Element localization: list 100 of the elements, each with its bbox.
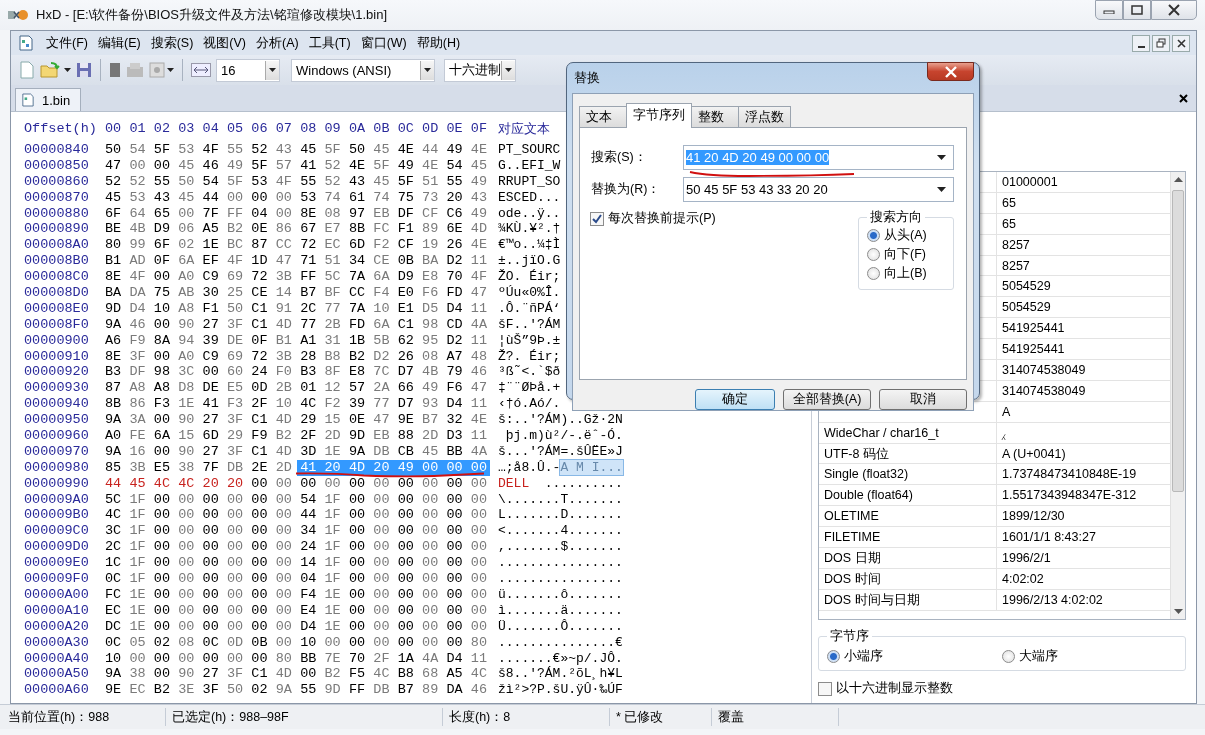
hex-bytes: A0 FE 6A 15 6D 29 F9 B2 2F 2D 9D EB 88 2D D3 11	[105, 428, 489, 444]
radio-button[interactable]	[867, 267, 880, 280]
status-field: 覆盖	[712, 708, 839, 726]
caret-icon[interactable]	[937, 187, 946, 192]
offset-cell-text: 00000A50	[24, 666, 90, 683]
hex-bytes: FC 1E 00 00 00 00 00 00 F4 1E 00 00 00 00 00 00	[105, 586, 489, 603]
close-icon	[943, 65, 958, 78]
offset-cell-text: 000009B0	[24, 507, 90, 524]
offset-cell-text: 000008F0	[24, 316, 90, 333]
close-button[interactable]	[1151, 0, 1197, 20]
menu-item[interactable]: 窗口(W)	[355, 34, 412, 52]
scrollbar[interactable]	[1170, 172, 1185, 619]
hex-bytes: B3 DF 98 3C 00 60 24 F0 B3 8F E8 7C D7 4B 79 46	[105, 364, 489, 381]
text-cell: ¦ùŠ”9Þ.±	[498, 332, 561, 348]
hex-bytes: EC 1E 00 00 00 00 00 00 E4 1E 00 00 00 00 00 00	[105, 602, 489, 619]
column-header: 03	[178, 120, 196, 138]
dialog-tab[interactable]: 整数	[691, 106, 739, 127]
caret-icon[interactable]	[167, 68, 174, 72]
radio-button[interactable]	[1002, 650, 1015, 663]
text-cell: ................	[498, 555, 623, 571]
radio-button[interactable]	[867, 248, 880, 261]
replace-label: 替换为(R)：	[590, 181, 662, 198]
status-field: 已选定(h)：988–98F	[166, 708, 443, 726]
offset-cell-text: 000009A0	[24, 491, 90, 508]
scroll-up-icon[interactable]	[1173, 176, 1183, 182]
replace-field[interactable]: 50 45 5F 53 43 33 20 20	[683, 177, 954, 202]
hex-bytes: 4C 1F 00 00 00 00 00 00 44 1F 00 00 00 00 00 00	[105, 507, 489, 524]
document-icon	[22, 93, 34, 107]
text-cell: š:..'?ÁM)..Gž·2N	[498, 412, 623, 428]
text-cell: ..........	[544, 475, 623, 491]
offset-cell-text: 00000980	[24, 459, 90, 476]
radio-button[interactable]	[827, 650, 840, 663]
restore-button[interactable]	[1152, 34, 1170, 52]
dialog-tab[interactable]: 文本	[579, 106, 627, 127]
charset-dropdown[interactable]: Windows (ANSI)	[291, 58, 435, 82]
bytes-per-row-dropdown[interactable]: 16	[216, 58, 280, 82]
file-tab[interactable]: 1.bin	[15, 88, 82, 111]
checkbox[interactable]	[590, 211, 604, 226]
close-button[interactable]	[1172, 34, 1190, 52]
column-header: 08	[300, 120, 318, 138]
offset-cell-text: 00000890	[24, 221, 90, 238]
column-width-icon[interactable]	[191, 63, 211, 77]
caret-icon[interactable]	[64, 68, 71, 72]
dialog-title: 替换	[574, 69, 600, 87]
minimize-button[interactable]	[1132, 34, 1150, 52]
caret-icon[interactable]	[937, 155, 946, 160]
inspector-label: Single (float32)	[824, 467, 909, 482]
menu-item[interactable]: 编辑(E)	[92, 34, 146, 52]
offset-base-dropdown[interactable]: 十六进制	[444, 58, 516, 82]
offset-cell-text: 000009C0	[24, 523, 90, 540]
menu-item[interactable]: 帮助(H)	[411, 34, 466, 52]
maximize-button[interactable]	[1123, 0, 1151, 20]
offset-cell-text: 00000850	[24, 157, 90, 174]
dialog-tab[interactable]: 字节序列	[626, 103, 692, 128]
hex-bytes: 47 00 00 45 46 49 5F 57 41 52 4E 5F 49 4E 54 45	[105, 157, 489, 174]
column-header: 0B	[373, 120, 391, 138]
close-icon[interactable]	[1179, 94, 1188, 103]
column-header: 0A	[348, 120, 367, 138]
radio-button[interactable]	[867, 229, 880, 242]
inspector-value: 5054529	[1002, 279, 1051, 294]
menu-item[interactable]: 搜索(S)	[145, 34, 199, 52]
maximize-icon	[1131, 5, 1143, 15]
text-cell: ................	[498, 571, 623, 587]
column-header: 04	[202, 120, 220, 138]
checkbox[interactable]	[818, 681, 832, 696]
close-button[interactable]	[927, 62, 974, 81]
column-header: 0E	[446, 120, 464, 138]
radio-label: 小端序	[844, 648, 883, 665]
group-title: 字节序	[829, 628, 870, 645]
close-icon	[1176, 38, 1186, 48]
inspector-value: 1601/1/1 8:43:27	[1002, 530, 1096, 545]
text-cell: Ž?. Éir;	[498, 348, 561, 364]
dialog-tab[interactable]: 浮点数	[738, 106, 791, 127]
menu-item[interactable]: 分析(A)	[251, 34, 304, 52]
hex-bytes: 2C 1F 00 00 00 00 00 00 24 1F 00 00 00 00 00 00	[105, 539, 489, 556]
menu-item[interactable]: 文件(F)	[41, 34, 93, 52]
menu-item[interactable]: 工具(T)	[303, 34, 356, 52]
offset-cell-text: 00000A20	[24, 618, 90, 635]
close-icon	[1167, 4, 1181, 16]
menu-item[interactable]: 视图(V)	[198, 34, 251, 52]
text-cell: ‹†ó.Aó/.	[498, 396, 561, 412]
column-header: 09	[324, 120, 342, 138]
chip-icon[interactable]	[109, 62, 121, 78]
text-cell: ³ß˜<.`$ð	[498, 364, 561, 380]
inspector-value: 541925441	[1002, 321, 1065, 336]
text-cell: ,.......$.......	[498, 539, 623, 555]
inspector-value: 1996/2/13 4:02:02	[1002, 592, 1103, 607]
scroll-down-icon[interactable]	[1173, 609, 1183, 615]
radio-label: 大端序	[1019, 648, 1058, 665]
offset-cell-text: 000009E0	[24, 555, 90, 572]
hex-bytes: 9D D4 10 A8 F1 50 C1 91 2C 77 7A 10 E1 D5 D4 11	[105, 300, 489, 317]
inspector-label: UTF-8 码位	[824, 446, 889, 461]
dialog-button[interactable]: 全部替换(A)	[783, 389, 871, 410]
offset-cell-text: 00000940	[24, 396, 90, 413]
inspector-label: FILETIME	[824, 530, 881, 545]
dialog-button[interactable]: 确定	[695, 389, 775, 410]
dialog-button[interactable]: 取消	[879, 389, 967, 410]
hex-bytes: A6 F9 8A 94 39 DE 0F B1 A1 31 1B 5B 62 95 D2 11	[105, 332, 489, 349]
selected-hex-bytes: 41 20 4D 20 49 00 00 00	[297, 459, 490, 476]
inspector-value: 1.73748473410848E-19	[1002, 467, 1137, 482]
